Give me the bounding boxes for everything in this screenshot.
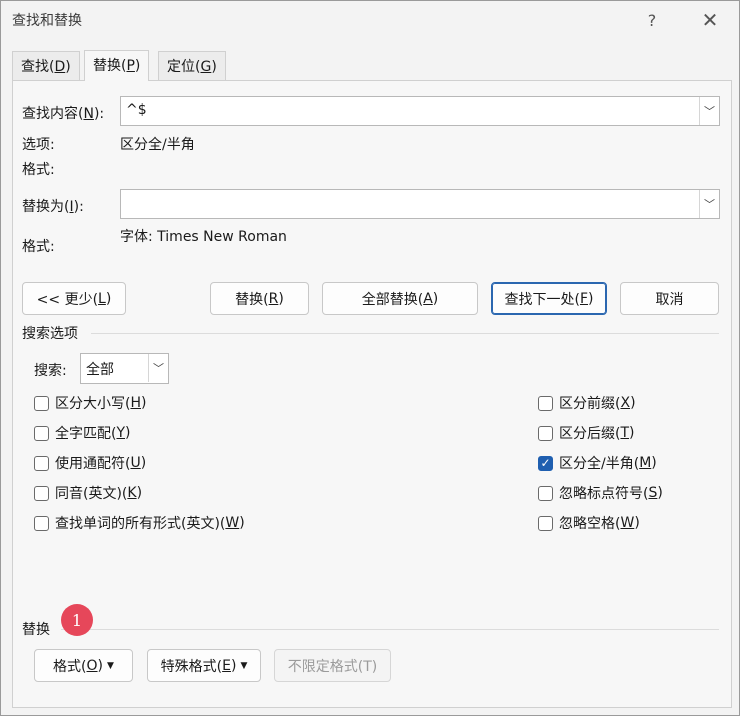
checkbox-accelerator-key: X [620,395,631,411]
checkbox-right-0[interactable]: 区分前缀(X) [538,393,636,413]
checkbox-accelerator-key: S [648,485,658,501]
replace-format-value: 字体: Times New Roman [120,229,287,245]
checkbox-left-1[interactable]: 全字匹配(Y) [34,423,131,443]
checkbox-right-1[interactable]: 区分后缀(T) [538,423,635,443]
cancel-button[interactable]: 取消 [620,282,719,315]
no-format-button[interactable]: 不限定格式(T) [274,649,391,682]
replace-section-title: 替换 [22,622,50,638]
special-format-button[interactable]: 特殊格式(E) ▼ [147,649,261,682]
checkbox-right-4[interactable]: 忽略空格(W) [538,513,640,533]
checkbox-icon[interactable] [538,395,553,411]
checkbox-label-end: ) [629,425,635,441]
checkbox-left-2[interactable]: 使用通配符(U) [34,453,146,473]
checkbox-label-end: ) [630,395,636,411]
format-button[interactable]: 格式(O) ▼ [34,649,133,682]
chevron-down-icon[interactable]: ﹀ [699,97,719,125]
checkbox-icon[interactable] [34,395,49,411]
checkbox-label-end: ) [634,515,640,531]
replace-with-input[interactable]: ﹀ [120,189,720,219]
checkbox-label: 查找单词的所有形式(英文)( [55,516,226,532]
checkbox-icon[interactable] [34,485,49,501]
checkbox-label-end: ) [141,395,147,411]
replace-with-label: 替换为(I): [22,199,84,215]
tab-replace[interactable]: 替换(P) [84,50,150,81]
checkbox-label: 区分前缀( [559,396,621,412]
checkbox-label-end: ) [136,485,143,501]
checkbox-accelerator-key: Y [116,425,126,441]
dialog-title: 查找和替换 [12,13,82,29]
checkbox-label: 忽略标点符号( [559,486,649,502]
search-direction-label: 搜索: [34,363,67,379]
search-options-title: 搜索选项 [22,326,78,342]
checkbox-label: 区分全/半角( [559,456,640,472]
checkbox-icon[interactable] [538,485,553,501]
checkbox-checked-icon[interactable]: ✓ [538,455,553,471]
checkbox-icon[interactable] [34,515,49,531]
checkbox-left-0[interactable]: 区分大小写(H) [34,393,146,413]
checkbox-label-end: ) [140,455,147,471]
checkbox-accelerator-key: W [620,515,635,531]
checkbox-right-2[interactable]: ✓ 区分全/半角(M) [538,453,657,473]
checkbox-accelerator-key: T [620,425,630,441]
checkbox-accelerator-key: H [130,395,141,411]
find-what-value: ^$ [126,102,147,118]
checkbox-label: 忽略空格( [559,516,621,532]
checkbox-label: 区分后缀( [559,426,621,442]
checkbox-right-3[interactable]: 忽略标点符号(S) [538,483,663,503]
checkbox-icon[interactable] [538,515,553,531]
find-next-button[interactable]: 查找下一处(F) [491,282,607,315]
checkbox-accelerator-key: K [127,485,137,501]
checkbox-label: 同音(英文)( [55,486,128,502]
find-format-label: 格式: [22,162,55,178]
checkbox-label-end: ) [239,515,245,531]
separator [61,629,719,630]
chevron-down-icon[interactable]: ﹀ [699,190,719,218]
annotation-badge: 1 [61,604,93,636]
checkbox-label: 使用通配符( [55,456,131,472]
find-what-input[interactable]: ^$ ﹀ [120,96,720,126]
checkbox-label-end: ) [125,425,131,441]
title-bar: 查找和替换 ? ✕ [1,1,739,39]
chevron-down-icon[interactable]: ﹀ [148,354,168,382]
find-replace-dialog: 查找和替换 ? ✕ 查找(D) 替换(P) 定位(G) 查找内容(N): ^$ … [0,0,740,716]
options-label: 选项: [22,137,55,153]
checkbox-label: 区分大小写( [55,396,131,412]
separator [91,333,719,334]
checkbox-icon[interactable] [538,425,553,441]
close-icon[interactable]: ✕ [697,7,723,33]
checkbox-label-end: ) [657,485,663,501]
search-direction-value: 全部 [86,362,114,378]
less-button[interactable]: << 更少(L) [22,282,126,315]
checkbox-accelerator-key: U [130,455,141,471]
caret-down-icon: ▼ [107,660,114,671]
checkbox-icon[interactable] [34,425,49,441]
tab-find[interactable]: 查找(D) [12,51,80,81]
checkbox-left-4[interactable]: 查找单词的所有形式(英文)(W) [34,513,245,533]
tab-goto[interactable]: 定位(G) [158,51,226,81]
checkbox-label: 全字匹配( [55,426,117,442]
replace-all-button[interactable]: 全部替换(A) [322,282,478,315]
replace-button[interactable]: 替换(R) [210,282,309,315]
help-icon[interactable]: ? [639,7,665,33]
options-value: 区分全/半角 [120,137,195,153]
checkbox-left-3[interactable]: 同音(英文)(K) [34,483,142,503]
search-direction-select[interactable]: 全部 ﹀ [80,353,169,384]
checkbox-accelerator-key: M [639,455,652,471]
checkbox-accelerator-key: W [225,515,240,531]
find-what-label: 查找内容(N): [22,106,105,122]
checkbox-label-end: ) [651,455,657,471]
caret-down-icon: ▼ [240,660,248,671]
checkbox-icon[interactable] [34,455,49,471]
replace-format-label: 格式: [22,239,55,255]
